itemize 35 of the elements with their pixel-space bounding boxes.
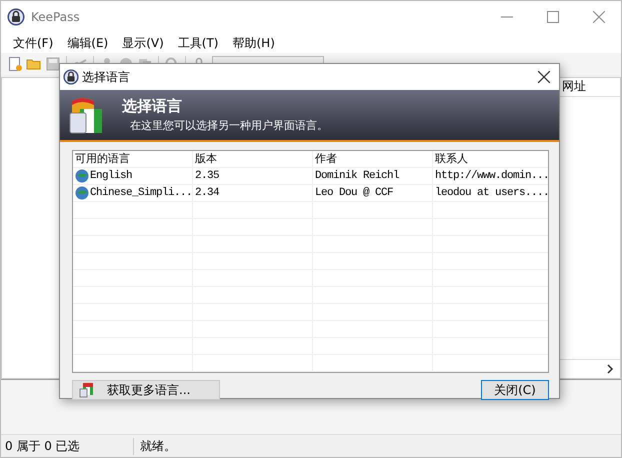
globe-icon: [75, 169, 89, 183]
table-cell: 2.34: [193, 185, 313, 201]
close-button[interactable]: 关闭(C): [481, 380, 549, 400]
column-header[interactable]: 可用的语言: [73, 151, 193, 167]
chevron-right-icon[interactable]: [606, 364, 614, 374]
padlock-icon: [63, 69, 79, 85]
table-cell: Leo Dou @ CCF: [313, 185, 433, 201]
flag-icon: [79, 382, 95, 398]
dialog-title: 选择语言: [82, 68, 130, 86]
new-file-icon[interactable]: [7, 56, 23, 72]
menu-item[interactable]: 工具(T): [178, 34, 218, 52]
menu-item[interactable]: 文件(F): [13, 34, 54, 52]
window-title: KeePass: [31, 10, 80, 24]
status-text: 0 属于 0 已选: [1, 438, 134, 454]
table-cell: 2.35: [193, 168, 313, 184]
get-more-languages-button[interactable]: 获取更多语言...: [72, 380, 220, 400]
menu-item[interactable]: 显示(V): [122, 34, 164, 52]
table-cell: leodou at users....: [433, 185, 548, 201]
close-icon[interactable]: [538, 71, 550, 83]
menu-item[interactable]: 编辑(E): [67, 34, 108, 52]
menu-item[interactable]: 帮助(H): [232, 34, 275, 52]
table-cell[interactable]: English: [90, 168, 132, 184]
column-header[interactable]: 作者: [313, 151, 433, 167]
header-title: 选择语言: [122, 97, 183, 116]
save-icon[interactable]: [45, 56, 61, 72]
maximize-icon[interactable]: [547, 11, 559, 23]
status-text: 就绪。: [139, 438, 176, 454]
column-header[interactable]: 版本: [193, 151, 313, 167]
table-cell: http://www.domin...: [433, 168, 548, 184]
table-cell: Dominik Reichl: [313, 168, 433, 184]
globe-icon: [75, 186, 89, 200]
column-header[interactable]: 联系人: [433, 151, 548, 167]
table-cell[interactable]: Chinese_Simpli...: [90, 185, 192, 201]
header-subtitle: 在这里您可以选择另一种用户界面语言。: [129, 118, 328, 133]
padlock-icon: [7, 8, 25, 26]
